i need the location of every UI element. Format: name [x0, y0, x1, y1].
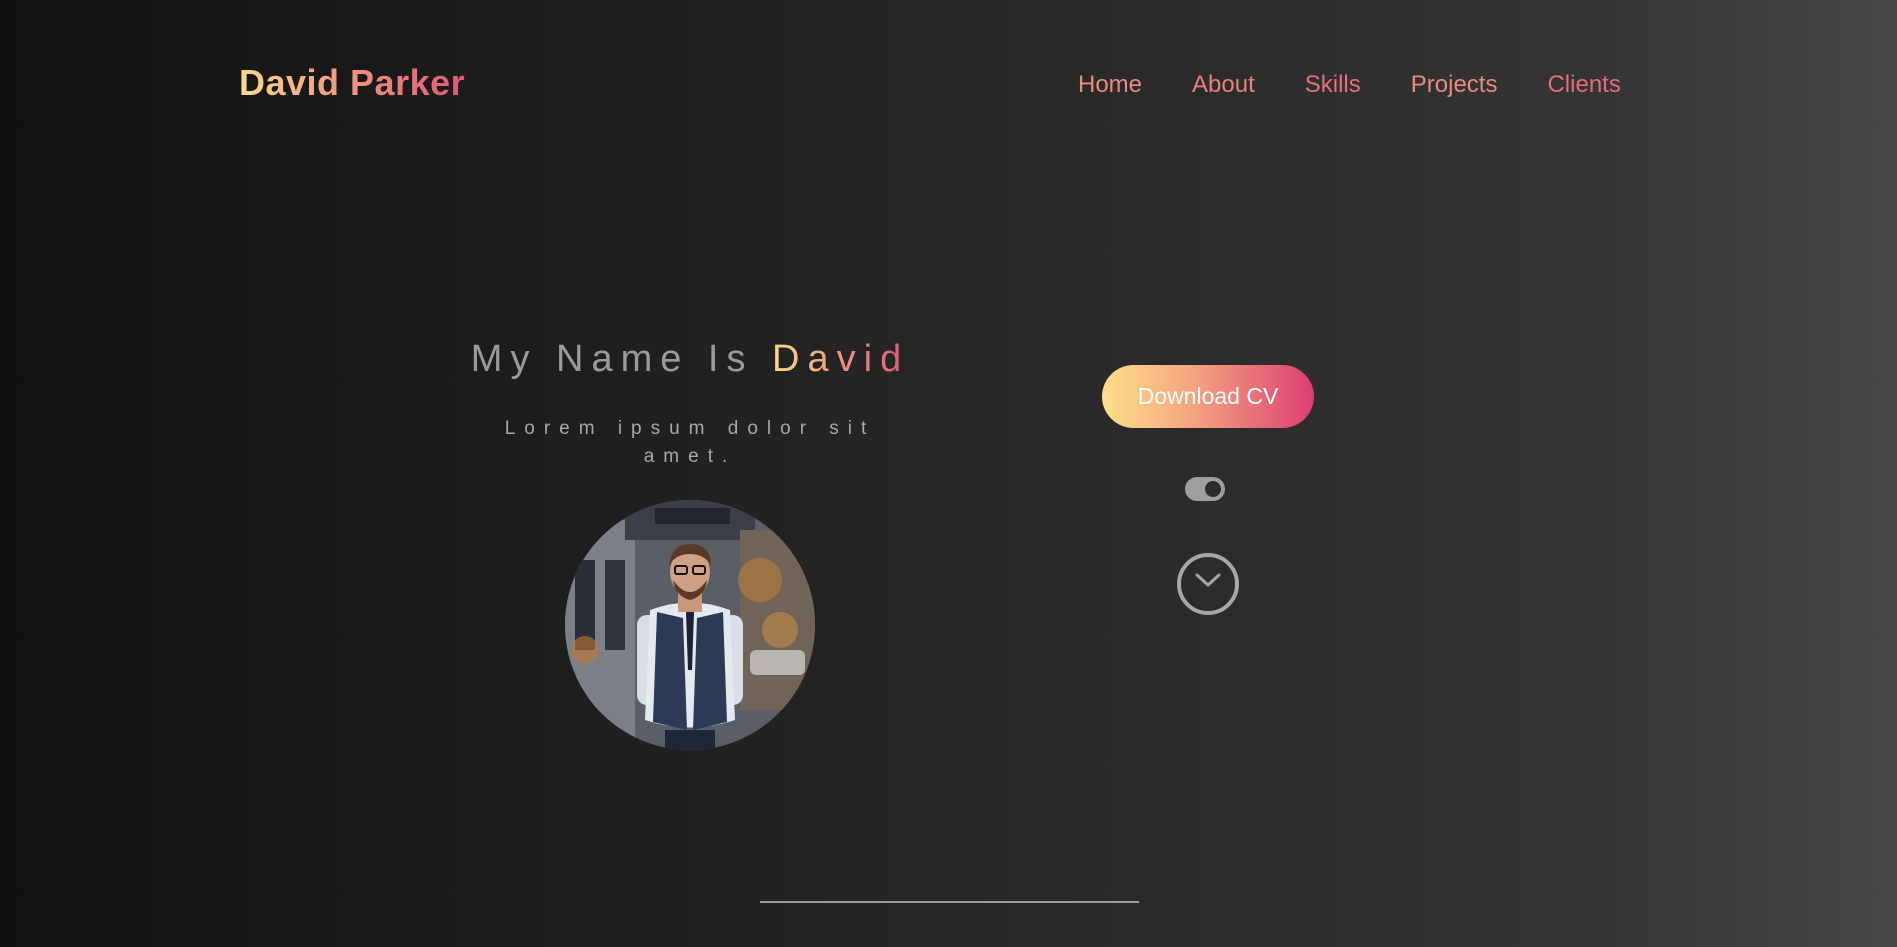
main-nav: Home About Skills Projects Clients — [1078, 71, 1671, 99]
chevron-down-icon — [1195, 573, 1221, 587]
avatar — [565, 500, 815, 750]
hero-title-prefix: My Name Is — [470, 338, 773, 380]
nav-skills[interactable]: Skills — [1305, 71, 1361, 99]
nav-home[interactable]: Home — [1078, 71, 1142, 99]
nav-projects[interactable]: Projects — [1411, 71, 1498, 99]
portrait-image — [565, 500, 815, 750]
hero-subtitle: Lorem ipsum dolor sit amet. — [504, 418, 876, 467]
theme-toggle[interactable] — [1185, 477, 1225, 501]
toggle-knob — [1205, 481, 1221, 497]
download-cv-button[interactable]: Download CV — [1102, 365, 1314, 428]
nav-about[interactable]: About — [1192, 71, 1255, 99]
scroll-down-button[interactable] — [1177, 553, 1239, 615]
section-divider — [760, 901, 1139, 903]
hero-title: My Name Is David — [440, 338, 940, 381]
site-logo[interactable]: David Parker — [239, 62, 465, 104]
nav-clients[interactable]: Clients — [1547, 71, 1620, 99]
hero-title-highlight: David — [772, 338, 910, 380]
